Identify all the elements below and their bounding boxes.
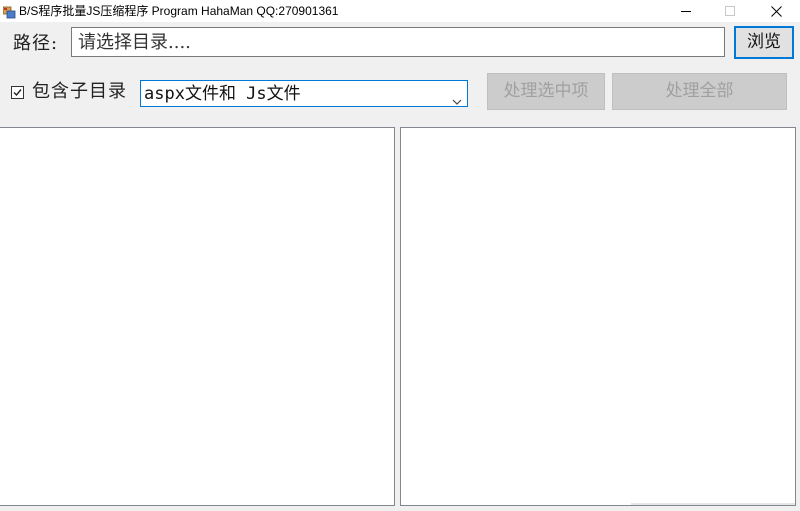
- maximize-icon: [725, 6, 735, 16]
- include-subdirs-label: 包含子目录: [32, 81, 127, 102]
- file-type-selected-value: aspx文件和 Js文件: [144, 84, 301, 104]
- checkbox-box[interactable]: [11, 85, 24, 99]
- checkmark-icon: [13, 88, 22, 96]
- browse-button[interactable]: 浏览: [734, 26, 794, 59]
- file-type-select[interactable]: aspx文件和 Js文件: [140, 80, 468, 107]
- close-icon: [770, 5, 782, 17]
- include-subdirs-checkbox[interactable]: 包含子目录: [11, 81, 127, 103]
- process-all-button[interactable]: 处理全部: [612, 73, 787, 110]
- file-list-left[interactable]: [0, 127, 395, 506]
- chevron-down-icon[interactable]: [452, 90, 462, 109]
- maximize-button[interactable]: [707, 0, 753, 22]
- minimize-button[interactable]: [663, 0, 709, 22]
- horizontal-scrollbar[interactable]: [631, 503, 795, 505]
- main-window: B/S程序批量JS压缩程序 Program HahaMan QQ:2709013…: [0, 0, 800, 511]
- path-input[interactable]: [71, 27, 725, 57]
- path-label: 路径:: [13, 33, 59, 54]
- minimize-icon: [681, 11, 691, 12]
- close-button[interactable]: [753, 0, 799, 22]
- file-list-right[interactable]: [400, 127, 796, 506]
- process-selected-button[interactable]: 处理选中项: [487, 73, 605, 110]
- app-icon: [2, 4, 16, 19]
- window-title: B/S程序批量JS压缩程序 Program HahaMan QQ:2709013…: [19, 4, 339, 18]
- title-bar[interactable]: B/S程序批量JS压缩程序 Program HahaMan QQ:2709013…: [0, 0, 800, 22]
